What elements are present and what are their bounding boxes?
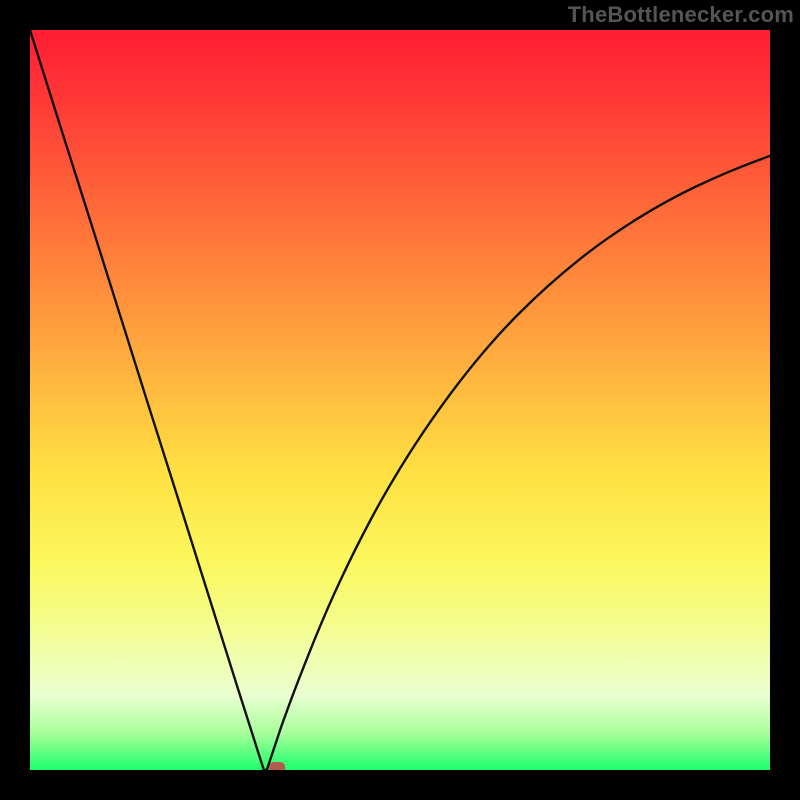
optimum-marker — [269, 762, 285, 770]
bottleneck-curve — [30, 30, 770, 770]
watermark-text: TheBottlenecker.com — [568, 2, 794, 28]
curve-layer — [30, 30, 770, 770]
chart-frame: TheBottlenecker.com — [0, 0, 800, 800]
plot-area — [30, 30, 770, 770]
